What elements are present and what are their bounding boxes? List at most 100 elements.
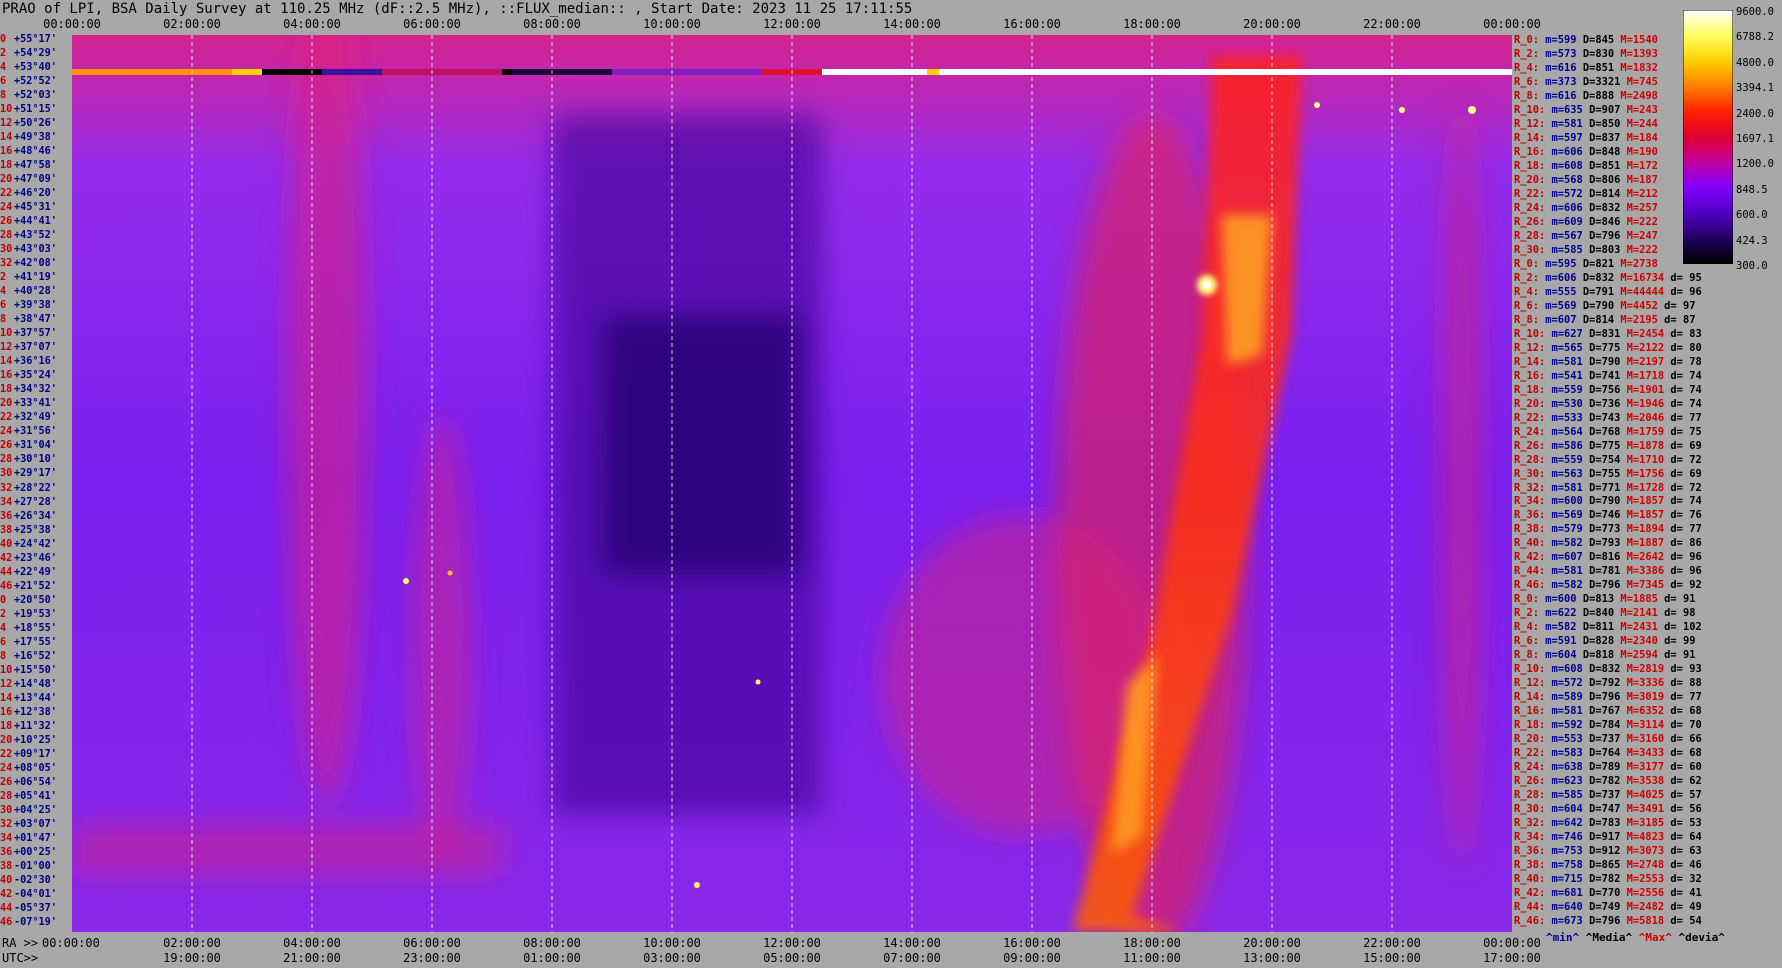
stats-max: M=1759 — [1620, 425, 1665, 438]
stats-row: R_32: m=581 D=771 M=1728 d= 72 — [1514, 482, 1702, 494]
stats-dev: d= 74 — [1664, 383, 1702, 396]
dec-value: +28°22' — [14, 482, 57, 494]
stats-row: R_8: m=616 D=888 M=2498 — [1514, 89, 1658, 102]
stats-min: m=541 — [1545, 369, 1583, 382]
stats-max: M=1710 — [1620, 453, 1665, 466]
stats-beam: R_4: — [1514, 61, 1540, 74]
stats-beam: R_16: — [1514, 145, 1546, 158]
ra-tick: 04:00:00 — [283, 936, 341, 950]
stats-median: D=803 — [1582, 243, 1621, 256]
top-axis-tick: 00:00:00 — [43, 17, 101, 31]
dec-label: 18 +11°32' — [0, 721, 57, 732]
bottom-axis: RA >> UTC>> 00:00:00 02:00:00 04:00:00 06:0… — [0, 936, 1782, 968]
stats-row: R_4: m=616 D=851 M=1832 — [1514, 61, 1658, 74]
stats-row: R_46: m=673 D=796 M=5818 d= 54 — [1514, 916, 1702, 927]
stats-beam: R_26: — [1514, 215, 1546, 228]
row-index: 32 — [0, 258, 13, 270]
stats-max: M=244 — [1620, 117, 1658, 130]
row-index: 20 — [0, 398, 13, 410]
dec-label: 24 +45°31' — [0, 202, 57, 213]
stats-min: m=606 — [1545, 201, 1583, 214]
stats-dev: d= 68 — [1664, 705, 1702, 718]
stats-min: m=599 — [1539, 34, 1577, 46]
row-index: 46 — [0, 580, 13, 592]
stats-median: D=888 — [1576, 89, 1615, 102]
stats-max: M=5818 — [1620, 915, 1665, 928]
colorbar-tick: 424.3 — [1736, 234, 1768, 247]
stats-beam: R_22: — [1514, 411, 1546, 424]
stats-beam: R_22: — [1514, 187, 1546, 200]
stats-max: M=222 — [1620, 215, 1658, 228]
stats-median: D=3321 — [1576, 75, 1621, 88]
stats-min: m=585 — [1545, 789, 1583, 802]
stats-dev: d= 77 — [1664, 411, 1702, 424]
stats-median: D=790 — [1582, 495, 1621, 508]
stats-median: D=756 — [1582, 383, 1621, 396]
stats-row: R_22: m=583 D=764 M=3433 d= 68 — [1514, 748, 1702, 759]
stats-dev: d= 54 — [1664, 915, 1702, 928]
stats-max: M=2340 — [1614, 635, 1658, 648]
dec-value: +15°50' — [14, 664, 57, 676]
stats-max: M=2498 — [1614, 89, 1658, 102]
row-index: 0 — [0, 594, 7, 606]
dec-label: 2 +41°19' — [0, 272, 57, 283]
stats-max: M=1885 — [1614, 593, 1658, 606]
dec-label: 30 +29°17' — [0, 468, 57, 479]
dec-value: +21°52' — [14, 580, 57, 592]
row-index: 6 — [0, 636, 7, 648]
dec-label: 36 +26°34' — [0, 511, 57, 522]
stats-row: R_6: m=373 D=3321 M=745 — [1514, 75, 1658, 88]
dec-label: 18 +47°58' — [0, 160, 57, 171]
colorbar-tick: 848.5 — [1736, 183, 1768, 196]
dec-value: +11°32' — [14, 720, 57, 732]
row-index: 36 — [0, 846, 13, 858]
stats-max: M=1540 — [1614, 34, 1658, 46]
stats-dev: d= 102 — [1657, 621, 1702, 634]
stats-max: M=3073 — [1620, 845, 1665, 858]
stats-dev: d= 66 — [1664, 733, 1702, 746]
dec-label: 30 +04°25' — [0, 805, 57, 816]
dec-label: 12 +37°07' — [0, 342, 57, 353]
stats-beam: R_38: — [1514, 859, 1546, 872]
stats-median: D=796 — [1582, 691, 1621, 704]
stats-median: D=832 — [1582, 663, 1621, 676]
stats-min: m=555 — [1539, 285, 1577, 298]
stats-max: M=3114 — [1620, 719, 1665, 732]
stats-beam: R_18: — [1514, 719, 1546, 732]
stats-beam: R_18: — [1514, 383, 1546, 396]
stats-dev: d= 57 — [1664, 789, 1702, 802]
stats-max: M=212 — [1620, 187, 1658, 200]
stats-row: R_30: m=585 D=803 M=222 — [1514, 243, 1658, 256]
dec-label: 36 +00°25' — [0, 847, 57, 858]
stats-row: R_20: m=530 D=736 M=1946 d= 74 — [1514, 397, 1702, 410]
dec-value: +32°49' — [14, 412, 57, 424]
row-index: 20 — [0, 174, 13, 186]
stats-dev: d= 74 — [1664, 397, 1702, 410]
dec-value: +24°42' — [14, 538, 57, 550]
utc-tick: 21:00:00 — [283, 951, 341, 965]
stats-max: M=2195 — [1614, 313, 1658, 326]
dec-value: +27°28' — [14, 496, 57, 508]
stats-dev: d= 97 — [1657, 299, 1696, 312]
stats-row: R_2: m=606 D=832 M=16734 d= 95 — [1514, 272, 1702, 284]
dec-value: +54°29' — [14, 48, 57, 60]
stats-row: R_8: m=607 D=814 M=2195 d= 87 — [1514, 313, 1696, 326]
stats-max: M=4823 — [1620, 831, 1665, 844]
dec-value: +04°25' — [14, 804, 57, 816]
row-index: 30 — [0, 244, 13, 256]
ra-tick: 18:00:00 — [1123, 936, 1181, 950]
stats-min: m=600 — [1539, 593, 1577, 606]
stats-dev: d= 87 — [1657, 313, 1696, 326]
stats-dev: d= 92 — [1664, 579, 1702, 592]
stats-row: R_28: m=585 D=737 M=4025 d= 57 — [1514, 790, 1702, 801]
top-axis-tick: 18:00:00 — [1123, 17, 1181, 31]
dec-label: 26 +06°54' — [0, 777, 57, 788]
stats-median: D=784 — [1582, 719, 1621, 732]
stats-row: R_44: m=581 D=781 M=3386 d= 96 — [1514, 566, 1702, 577]
stats-row: R_32: m=642 D=783 M=3185 d= 53 — [1514, 818, 1702, 829]
row-index: 14 — [0, 356, 13, 368]
row-index: 34 — [0, 832, 13, 844]
stats-row: R_12: m=572 D=792 M=3336 d= 88 — [1514, 678, 1702, 689]
stats-beam: R_34: — [1514, 831, 1546, 844]
top-axis-tick: 16:00:00 — [1003, 17, 1061, 31]
